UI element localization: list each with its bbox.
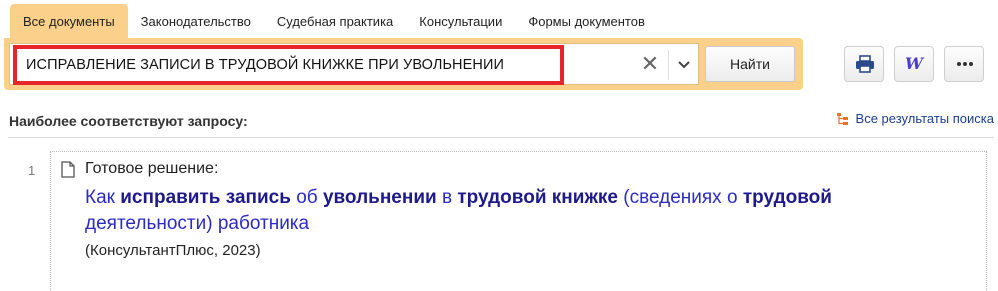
- title-text[interactable]: об: [291, 187, 323, 208]
- result-number: 1: [28, 163, 36, 178]
- title-match-term[interactable]: трудовой книжке: [457, 187, 618, 208]
- tab-legislation[interactable]: Законодательство: [128, 4, 264, 40]
- search-dropdown-button[interactable]: [668, 50, 698, 80]
- title-match-term[interactable]: трудовой: [743, 187, 832, 208]
- tab-bar: Все документы Законодательство Судебная …: [10, 4, 658, 40]
- ellipsis-icon: [957, 62, 973, 66]
- tab-all-documents[interactable]: Все документы: [10, 4, 128, 40]
- word-icon: W: [905, 54, 923, 73]
- divider: [8, 137, 994, 138]
- word-export-button[interactable]: W: [894, 46, 934, 82]
- results-section-title: Наиболее соответствуют запросу:: [9, 113, 248, 129]
- close-icon[interactable]: ✕: [638, 52, 662, 76]
- title-text[interactable]: Как: [85, 187, 120, 208]
- title-text[interactable]: (сведениях о: [618, 187, 743, 208]
- all-results-link[interactable]: Все результаты поиска: [836, 111, 994, 126]
- document-icon: [61, 161, 75, 178]
- all-results-label[interactable]: Все результаты поиска: [856, 111, 994, 126]
- find-button[interactable]: Найти: [705, 46, 795, 82]
- tree-list-icon: [836, 112, 848, 125]
- printer-icon: [856, 55, 874, 73]
- title-text[interactable]: в: [437, 187, 458, 208]
- tab-consultations[interactable]: Консультации: [406, 4, 515, 40]
- tab-document-forms[interactable]: Формы документов: [515, 4, 658, 40]
- search-bar: ИСПРАВЛЕНИЕ ЗАПИСИ В ТРУДОВОЙ КНИЖКЕ ПРИ…: [4, 38, 803, 90]
- title-match-term[interactable]: исправить запись: [120, 187, 291, 208]
- result-title-link[interactable]: Как исправить запись об увольнении в тру…: [85, 185, 845, 237]
- print-button[interactable]: [844, 46, 884, 82]
- search-input[interactable]: ИСПРАВЛЕНИЕ ЗАПИСИ В ТРУДОВОЙ КНИЖКЕ ПРИ…: [9, 43, 699, 85]
- chevron-down-icon: [678, 61, 690, 69]
- more-button[interactable]: [944, 46, 984, 82]
- result-source: (КонсультантПлюс, 2023): [85, 242, 261, 259]
- title-text[interactable]: деятельности) работника: [85, 213, 309, 234]
- result-type-label: Готовое решение:: [85, 160, 219, 177]
- search-query-text[interactable]: ИСПРАВЛЕНИЕ ЗАПИСИ В ТРУДОВОЙ КНИЖКЕ ПРИ…: [26, 57, 504, 73]
- title-match-term[interactable]: увольнении: [323, 187, 437, 208]
- tab-court-practice[interactable]: Судебная практика: [264, 4, 406, 40]
